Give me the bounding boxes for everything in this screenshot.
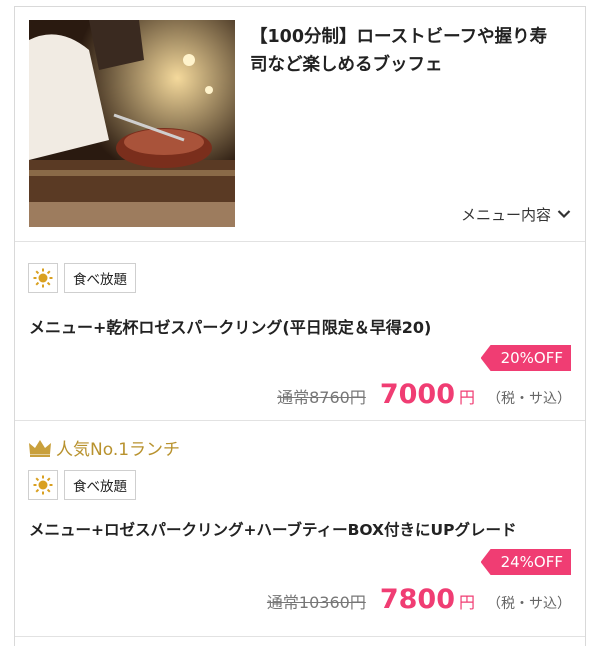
plan-name[interactable]: メニュー+ロゼスパークリング+ハーブティーBOX付きにUPグレード <box>29 518 516 540</box>
plan-tags: 食べ放題 <box>28 470 136 500</box>
all-you-can-eat-tag: 食べ放題 <box>64 470 136 500</box>
price-currency: 円 <box>458 593 475 612</box>
plan-card: 【100分制】ローストビーフや握り寿 司など楽しめるブッフェ メニュー内容 食べ… <box>14 6 586 646</box>
price-currency: 円 <box>458 388 475 407</box>
lunch-badge <box>28 263 58 293</box>
menu-toggle-label: メニュー内容 <box>460 205 551 224</box>
chevron-down-icon <box>557 210 571 219</box>
crown-icon <box>29 439 51 457</box>
regular-price: 通常8760円 <box>277 388 366 407</box>
menu-content-toggle[interactable]: メニュー内容 <box>461 203 571 225</box>
price-row: 通常8760円 7000 円 （税・サ込） <box>277 379 571 410</box>
discount-badge: 24%OFF <box>480 549 571 575</box>
plan-tags: 食べ放題 <box>28 263 136 293</box>
tax-note: （税・サ込） <box>487 596 571 612</box>
plan-title: 【100分制】ローストビーフや握り寿 司など楽しめるブッフェ <box>250 27 548 75</box>
discount-badge: 20%OFF <box>480 345 571 371</box>
course-plan[interactable]: 人気No.1ランチ 食べ放題 メニュー+ロゼスパークリング+ハーブティーBOX付… <box>15 421 585 637</box>
card-header: 【100分制】ローストビーフや握り寿 司など楽しめるブッフェ メニュー内容 <box>15 7 585 242</box>
tax-note: （税・サ込） <box>487 391 571 407</box>
sun-icon <box>33 268 53 288</box>
chef-carving-roast-beef-photo <box>29 20 235 227</box>
course-plan[interactable]: 食べ放題 メニュー+乾杯ロゼスパークリング(平日限定＆早得20) 20%OFF … <box>15 242 585 421</box>
price-row: 通常10360円 7800 円 （税・サ込） <box>267 584 571 615</box>
plan-name[interactable]: メニュー+乾杯ロゼスパークリング(平日限定＆早得20) <box>29 314 431 338</box>
regular-price: 通常10360円 <box>266 593 366 612</box>
sun-icon <box>33 475 53 495</box>
sale-price: 7000 <box>379 379 455 410</box>
all-you-can-eat-tag: 食べ放題 <box>64 263 136 293</box>
sale-price: 7800 <box>379 584 455 615</box>
ranking-label: 人気No.1ランチ <box>28 435 180 460</box>
lunch-badge <box>28 470 58 500</box>
